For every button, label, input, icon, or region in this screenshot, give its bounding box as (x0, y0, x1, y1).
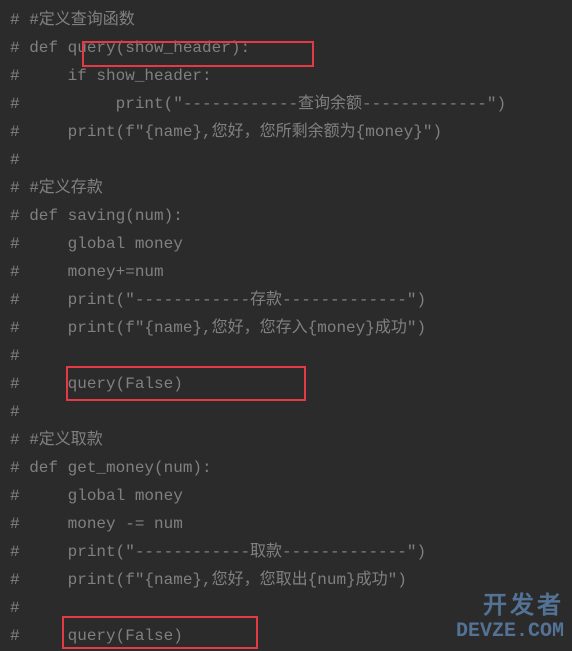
code-line: # (10, 146, 562, 174)
code-line: # print(f"{name},您好，您存入{money}成功") (10, 314, 562, 342)
code-line: # global money (10, 482, 562, 510)
code-line: # #定义取款 (10, 426, 562, 454)
code-line: # print("------------查询余额-------------") (10, 90, 562, 118)
code-line: # (10, 398, 562, 426)
code-line: # print(f"{name},您好，您取出{num}成功") (10, 566, 562, 594)
code-line: # (10, 342, 562, 370)
code-line: # money -= num (10, 510, 562, 538)
code-line: # query(False) (10, 370, 562, 398)
code-line: # money+=num (10, 258, 562, 286)
code-editor[interactable]: # #定义查询函数 # def query(show_header): # if… (10, 6, 562, 650)
code-line: # print(f"{name},您好，您所剩余额为{money}") (10, 118, 562, 146)
code-line: # #定义存款 (10, 174, 562, 202)
code-line: # global money (10, 230, 562, 258)
code-line: # print("------------取款-------------") (10, 538, 562, 566)
code-line: # print("------------存款-------------") (10, 286, 562, 314)
code-line: # (10, 594, 562, 622)
code-line: # query(False) (10, 622, 562, 650)
code-line: # def saving(num): (10, 202, 562, 230)
code-line: # #定义查询函数 (10, 6, 562, 34)
code-line: # if show_header: (10, 62, 562, 90)
code-line: # def query(show_header): (10, 34, 562, 62)
code-line: # def get_money(num): (10, 454, 562, 482)
